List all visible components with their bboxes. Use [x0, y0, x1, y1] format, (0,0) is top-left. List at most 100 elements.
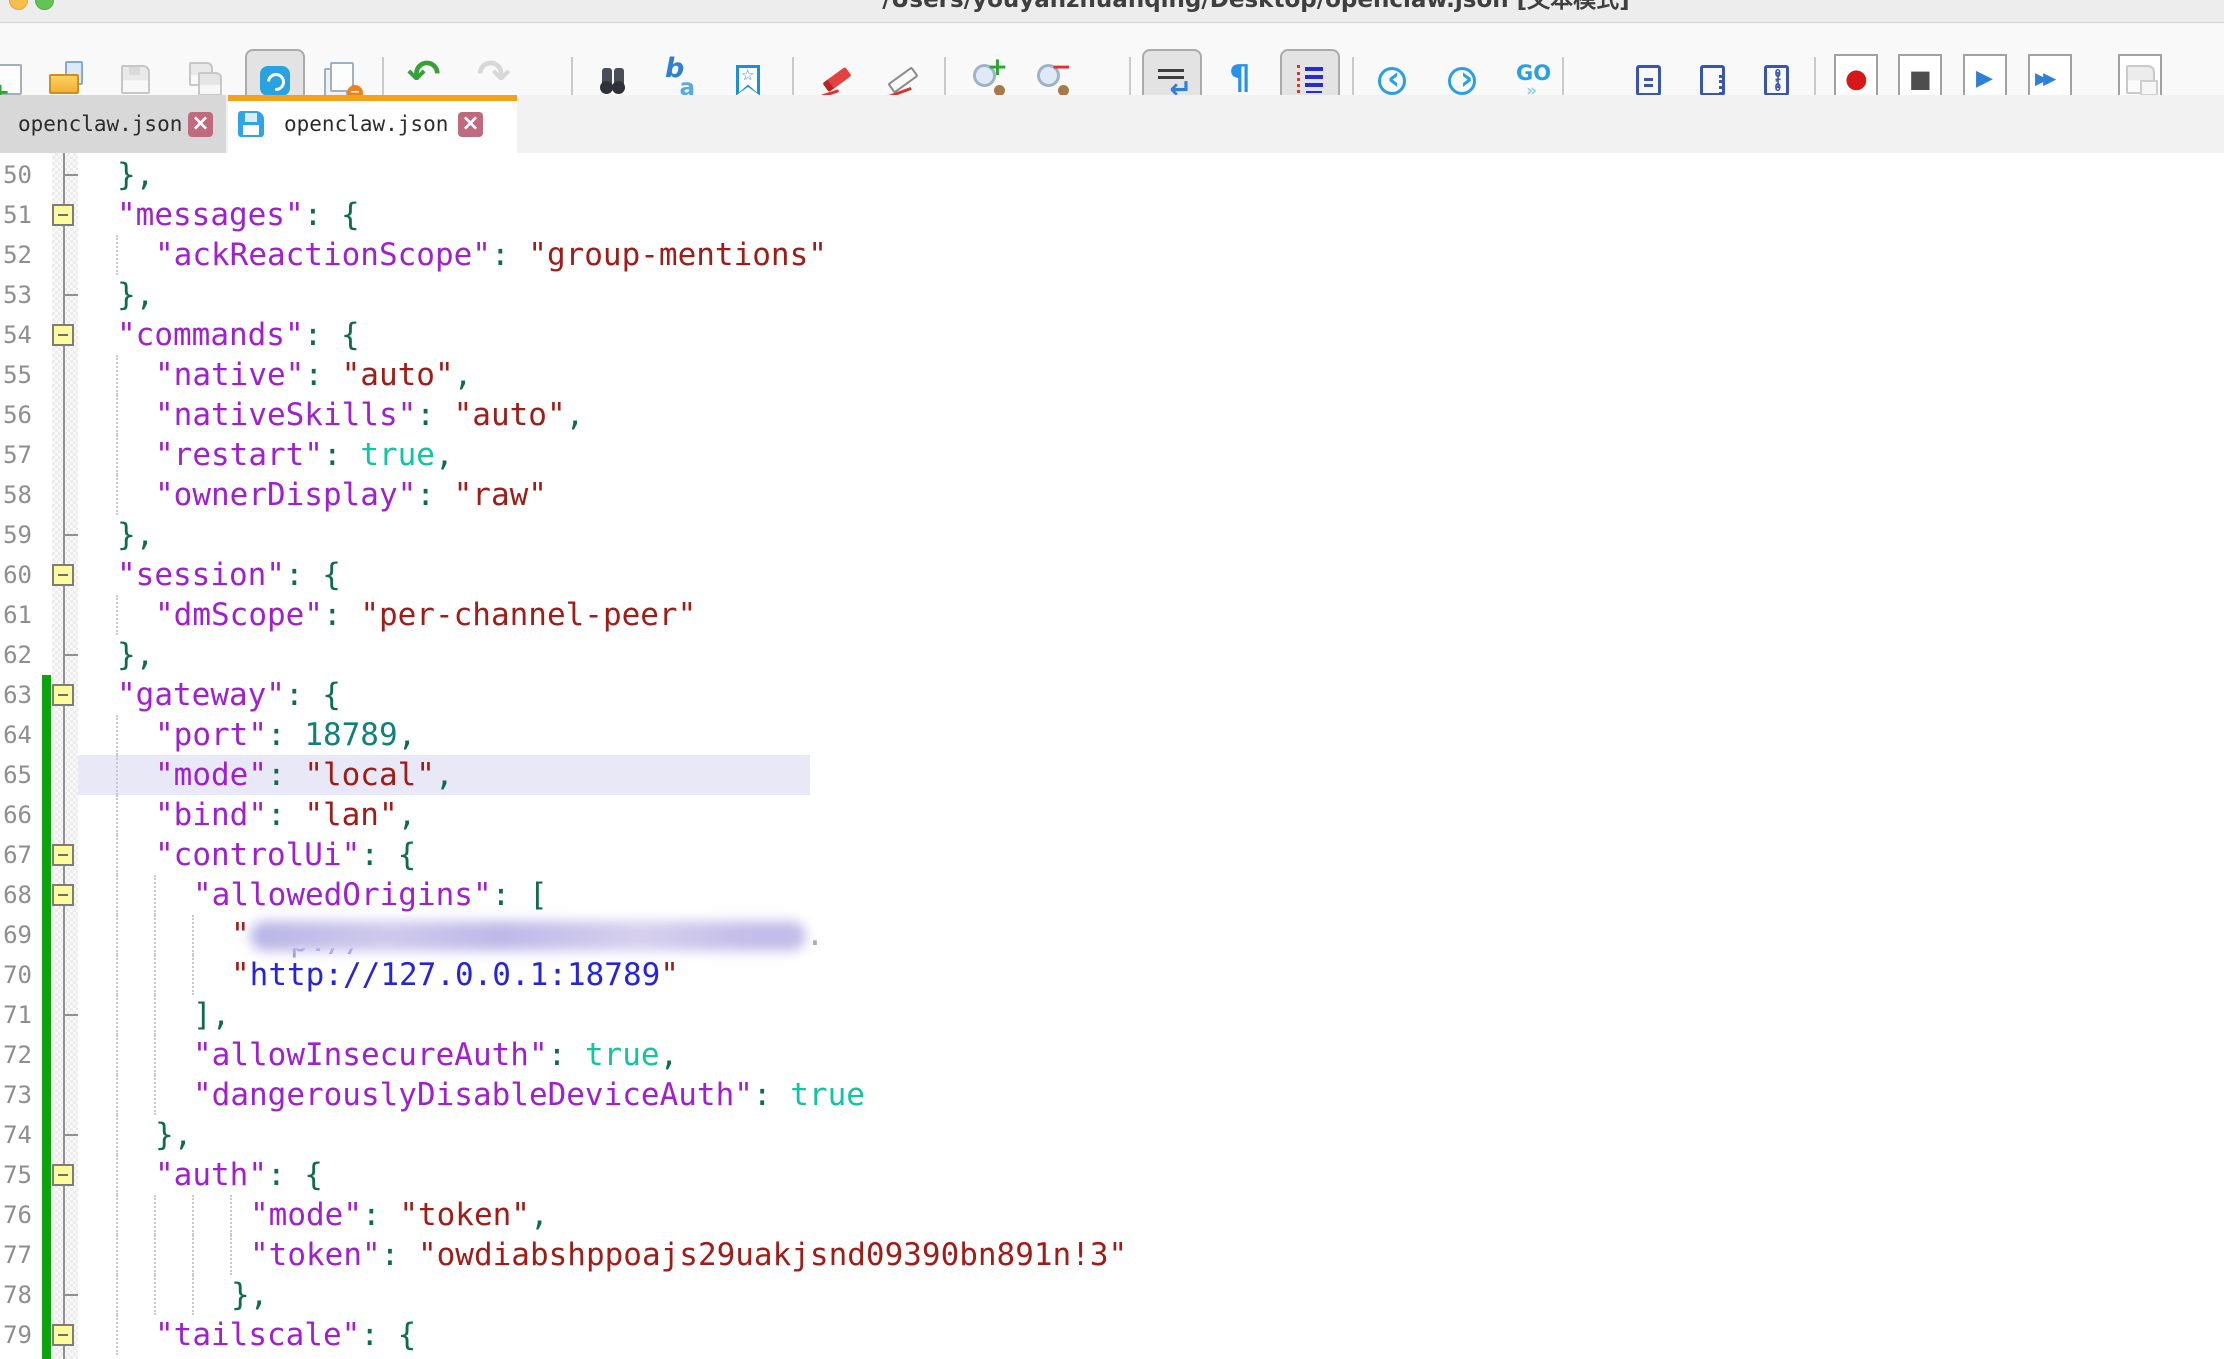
code-line-51[interactable]: 51 "messages": {	[0, 195, 2224, 235]
line-number: 66	[0, 795, 32, 835]
fold-collapse-icon[interactable]	[52, 204, 74, 226]
code-line-50[interactable]: 50},	[0, 155, 2224, 195]
code-line-79[interactable]: 79"tailscale": {	[0, 1315, 2224, 1355]
line-number: 67	[0, 835, 32, 875]
token-pun: },	[117, 157, 154, 193]
goto-icon	[1514, 61, 1550, 97]
hex-view-icon	[1764, 65, 1789, 96]
code-line-71[interactable]: 71],	[0, 995, 2224, 1035]
code-line-59[interactable]: 59},	[0, 515, 2224, 555]
token-key: "allowedOrigins"	[193, 877, 492, 913]
token-str: "auto"	[454, 397, 566, 433]
tab-openclaw-json-1[interactable]: openclaw.json	[0, 95, 226, 153]
fullscreen-button[interactable]	[35, 0, 54, 10]
save-all-icon	[187, 61, 223, 97]
token-key: "messages"	[117, 197, 304, 233]
token-pun: },	[117, 517, 154, 553]
zoom-out-icon	[1034, 61, 1070, 97]
new-file-icon	[0, 61, 26, 97]
fold-collapse-icon[interactable]	[52, 884, 74, 906]
token-pun: :	[416, 397, 453, 433]
token-pun: : {	[304, 197, 360, 233]
token-pun: :	[323, 437, 360, 473]
token-pun: :	[491, 237, 528, 273]
save-file-icon	[117, 61, 153, 97]
token-pun: },	[117, 277, 154, 313]
code-line-78[interactable]: 78},	[0, 1275, 2224, 1315]
code-line-72[interactable]: 72"allowInsecureAuth": true,	[0, 1035, 2224, 1075]
token-key: "bind"	[155, 797, 267, 833]
token-pun: : [	[492, 877, 548, 913]
code-line-76[interactable]: 76"mode": "token",	[0, 1195, 2224, 1235]
pane-split-icon	[1636, 65, 1661, 96]
code-line-69[interactable]: 69".p://	[0, 915, 2224, 955]
code-text: "controlUi": {	[78, 835, 416, 875]
code-line-57[interactable]: 57"restart": true,	[0, 435, 2224, 475]
line-number: 51	[0, 195, 32, 235]
bookmark-icon	[736, 65, 760, 96]
nav-forward-icon	[1448, 67, 1476, 95]
code-line-74[interactable]: 74},	[0, 1115, 2224, 1155]
code-text: "messages": {	[78, 195, 360, 235]
token-pun: : {	[285, 557, 341, 593]
code-line-73[interactable]: 73"dangerouslyDisableDeviceAuth": true	[0, 1075, 2224, 1115]
line-number: 78	[0, 1275, 32, 1315]
code-editor[interactable]: 50},51"messages": {52"ackReactionScope":…	[0, 153, 2224, 1359]
code-text: },	[78, 1115, 192, 1155]
open-file-icon	[49, 61, 85, 97]
token-pun: ,	[454, 357, 473, 393]
tab-label: openclaw.json	[284, 95, 448, 153]
code-line-66[interactable]: 66"bind": "lan",	[0, 795, 2224, 835]
code-line-70[interactable]: 70"http://127.0.0.1:18789"	[0, 955, 2224, 995]
token-bool: true	[790, 1077, 865, 1113]
code-line-54[interactable]: 54"commands": {	[0, 315, 2224, 355]
code-line-75[interactable]: 75"auth": {	[0, 1155, 2224, 1195]
code-line-56[interactable]: 56 "nativeSkills": "auto",	[0, 395, 2224, 435]
fold-collapse-icon[interactable]	[52, 684, 74, 706]
redacted-blur	[250, 921, 806, 951]
fold-collapse-icon[interactable]	[52, 324, 74, 346]
close-file-icon	[260, 66, 290, 96]
code-line-67[interactable]: 67 "controlUi": {	[0, 835, 2224, 875]
line-number: 73	[0, 1075, 32, 1115]
code-line-64[interactable]: 64"port": 18789,	[0, 715, 2224, 755]
token-str: "	[231, 957, 250, 993]
code-line-65[interactable]: 65 "mode": "local",	[0, 755, 2224, 795]
token-key: "controlUi"	[155, 837, 360, 873]
code-text: "native": "auto",	[78, 355, 472, 395]
fold-end-tick	[64, 1014, 78, 1016]
code-line-62[interactable]: 62},	[0, 635, 2224, 675]
fold-collapse-icon[interactable]	[52, 1164, 74, 1186]
code-line-52[interactable]: 52"ackReactionScope": "group-mentions"	[0, 235, 2224, 275]
code-line-53[interactable]: 53},	[0, 275, 2224, 315]
tab-openclaw-json-2[interactable]: openclaw.json	[228, 95, 517, 153]
fold-collapse-icon[interactable]	[52, 564, 74, 586]
code-line-61[interactable]: 61"dmScope": "per-channel-peer"	[0, 595, 2224, 635]
line-number: 65	[0, 755, 32, 795]
token-key: "dmScope"	[155, 597, 323, 633]
close-tab-icon[interactable]	[188, 112, 213, 137]
code-line-55[interactable]: 55"native": "auto",	[0, 355, 2224, 395]
close-tab-icon[interactable]	[458, 112, 483, 137]
fold-collapse-icon[interactable]	[52, 1324, 74, 1346]
token-key: "native"	[155, 357, 304, 393]
code-line-68[interactable]: 68"allowedOrigins": [	[0, 875, 2224, 915]
token-pun: :	[548, 1037, 585, 1073]
code-line-60[interactable]: 60"session": {	[0, 555, 2224, 595]
save-macro-icon	[2122, 61, 2158, 97]
token-pun: :	[381, 1237, 418, 1273]
fold-collapse-icon[interactable]	[52, 844, 74, 866]
code-text: "mode": "local",	[78, 755, 454, 795]
line-number: 56	[0, 395, 32, 435]
close-all-icon	[324, 61, 360, 97]
token-str: "owdiabshppoajs29uakjsnd09390bn891n!3"	[418, 1237, 1127, 1273]
token-key: "ackReactionScope"	[155, 237, 491, 273]
token-str: "per-channel-peer"	[360, 597, 696, 633]
minimize-button[interactable]	[9, 0, 28, 10]
code-line-77[interactable]: 77"token": "owdiabshppoajs29uakjsnd09390…	[0, 1235, 2224, 1275]
code-line-63[interactable]: 63"gateway": {	[0, 675, 2224, 715]
code-text: "nativeSkills": "auto",	[78, 395, 584, 435]
code-line-58[interactable]: 58"ownerDisplay": "raw"	[0, 475, 2224, 515]
code-text: "mode": "token",	[78, 1195, 549, 1235]
code-text: },	[78, 155, 154, 195]
